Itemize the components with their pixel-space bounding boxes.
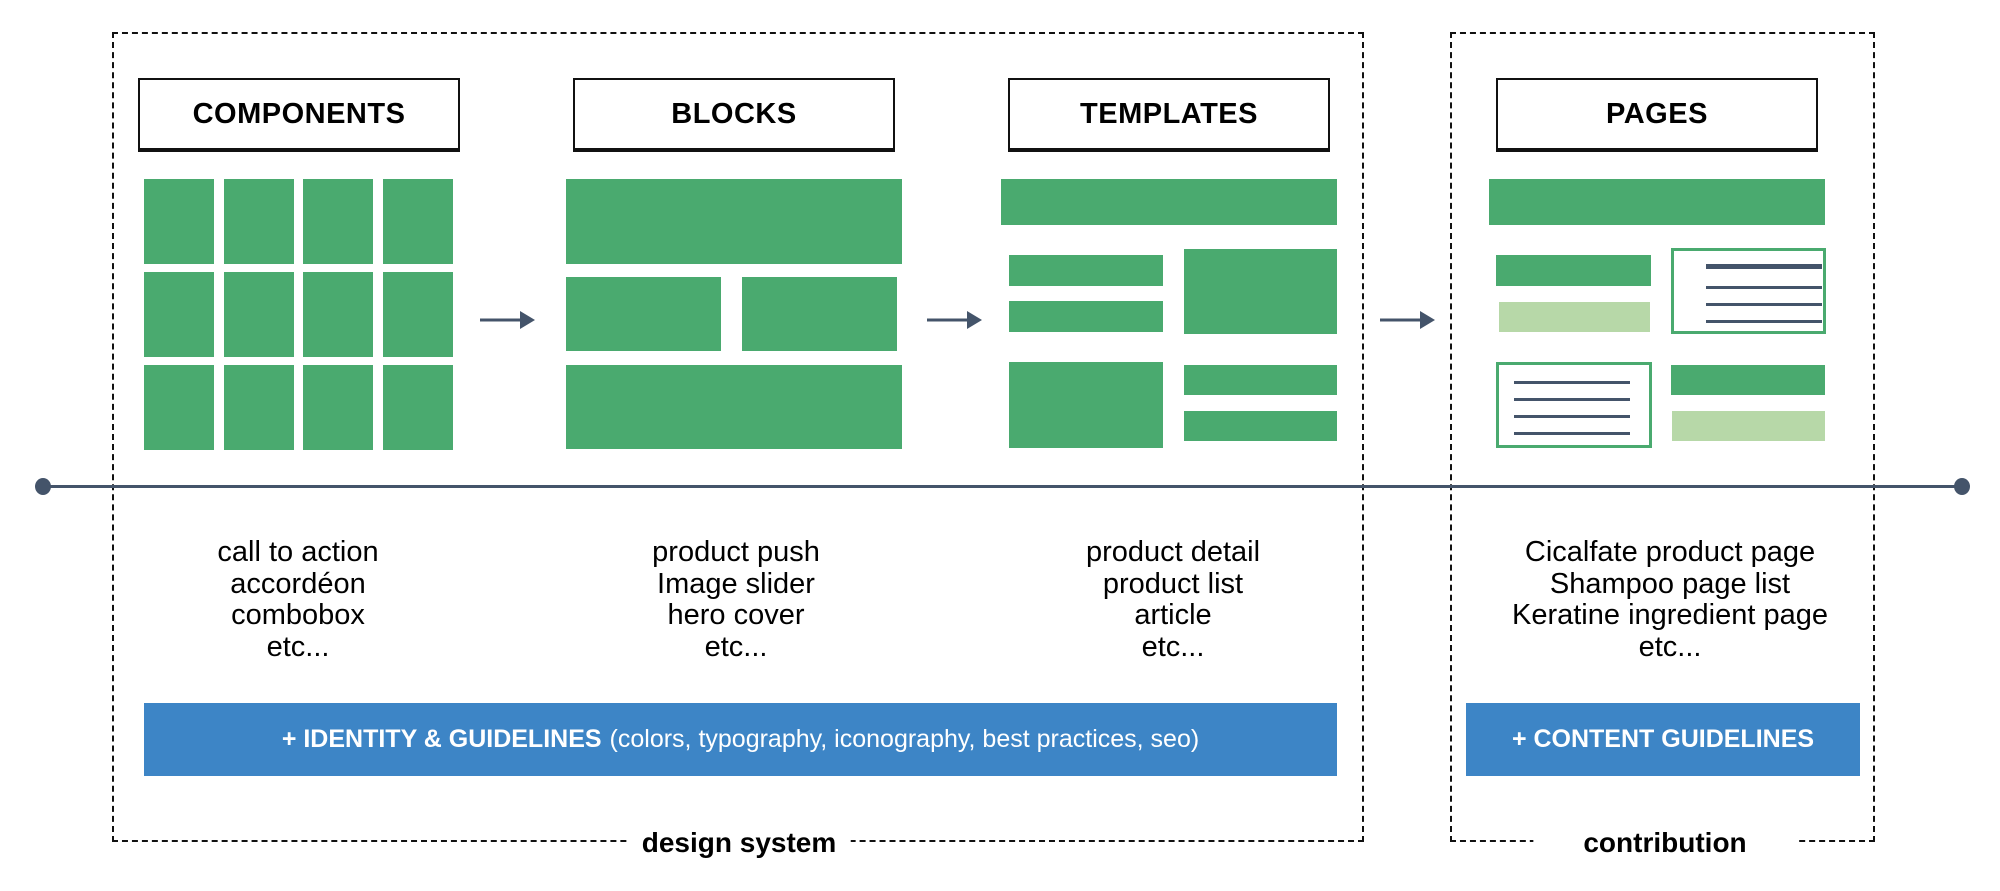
timeline-line [43, 485, 1962, 488]
template-shape [1009, 362, 1163, 448]
page-shape [1671, 365, 1825, 395]
component-tile [382, 365, 453, 450]
identity-guidelines-banner: + IDENTITY & GUIDELINES (colors, typogra… [144, 703, 1337, 776]
banner-detail: (colors, typography, iconography, best p… [609, 725, 1200, 753]
banner-title: + IDENTITY & GUIDELINES [281, 725, 602, 753]
contribution-label: contribution [1533, 827, 1797, 859]
component-tile [144, 272, 214, 357]
stage-header-pages: PAGES [1496, 78, 1818, 150]
page-shape [1489, 179, 1825, 225]
example-item: article [1134, 599, 1212, 631]
component-tile [144, 179, 214, 264]
arrow-right-icon [927, 311, 982, 329]
template-shape [1009, 301, 1163, 332]
page-shape [1496, 255, 1651, 286]
text-block-shape [1496, 362, 1652, 448]
example-item: Shampoo page list [1549, 567, 1791, 600]
example-item: product list [1102, 567, 1244, 600]
template-shape [1009, 255, 1163, 286]
block-shape [566, 179, 902, 264]
example-item: etc... [1638, 630, 1702, 663]
example-item: hero cover [667, 599, 805, 631]
template-shape [1001, 179, 1337, 225]
arrow-right-icon [1380, 311, 1435, 329]
blocks-examples: product push Image slider hero cover etc… [652, 536, 820, 663]
block-shape [566, 277, 721, 351]
component-tile [223, 179, 294, 264]
example-item: Cicalfate product page [1524, 536, 1816, 568]
block-shape [742, 277, 897, 351]
example-item: product push [652, 536, 820, 568]
components-examples: call to action accordéon combobox etc... [217, 536, 379, 663]
example-item: accordéon [230, 567, 366, 600]
block-shape [566, 365, 902, 449]
component-tile [382, 272, 453, 357]
component-tile [382, 179, 453, 264]
design-system-label: design system [627, 827, 851, 859]
content-guidelines-banner: + CONTENT GUIDELINES [1466, 703, 1860, 776]
component-tile [223, 272, 294, 357]
example-item: combobox [231, 599, 365, 631]
example-item: Keratine ingredient page [1511, 599, 1829, 631]
template-shape [1184, 365, 1337, 395]
example-item: product detail [1085, 536, 1261, 568]
stage-header-templates: TEMPLATES [1008, 78, 1330, 150]
example-item: Image slider [657, 567, 815, 600]
example-item: call to action [217, 536, 379, 568]
stage-header-blocks: BLOCKS [573, 78, 895, 150]
timeline-start-dot [35, 478, 51, 495]
component-tile [303, 179, 373, 264]
stage-header-components: COMPONENTS [138, 78, 460, 150]
template-shape [1184, 411, 1337, 441]
example-item: etc... [1141, 630, 1205, 663]
page-shape-light [1672, 411, 1825, 441]
banner-title: + CONTENT GUIDELINES [1511, 725, 1815, 753]
pages-examples: Cicalfate product page Shampoo page list… [1511, 536, 1829, 663]
templates-examples: product detail product list article etc.… [1085, 536, 1261, 663]
component-tile [303, 272, 373, 357]
timeline-end-dot [1954, 478, 1970, 495]
arrow-right-icon [480, 311, 535, 329]
component-tile [303, 365, 373, 450]
text-block-shape [1671, 248, 1826, 334]
page-shape-light [1499, 302, 1650, 332]
example-item: etc... [266, 630, 330, 663]
template-shape [1184, 249, 1337, 334]
component-tile [144, 365, 214, 450]
component-tile [223, 365, 294, 450]
example-item: etc... [704, 630, 768, 663]
